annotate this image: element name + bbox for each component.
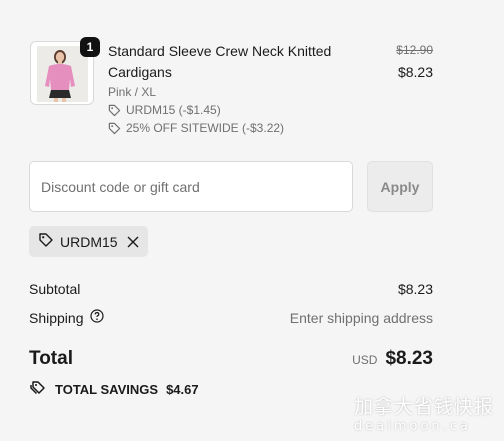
original-price: $12.90 — [396, 43, 433, 57]
currency-code: USD — [352, 353, 378, 367]
subtotal-value: $8.23 — [397, 281, 433, 297]
item-discount-line: URDM15 (-$1.45) — [108, 103, 221, 117]
shipping-label: Shipping — [29, 309, 84, 326]
line-item: 1 Standard Sleeve Crew Neck Knitted Card… — [30, 37, 433, 141]
tags-icon — [29, 380, 47, 399]
apply-button[interactable]: Apply — [367, 161, 433, 212]
shipping-value: Enter shipping address — [289, 309, 433, 326]
item-discount-line: 25% OFF SITEWIDE (-$3.22) — [108, 121, 284, 135]
savings-label: TOTAL SAVINGS — [55, 382, 159, 397]
watermark-latin: dealmoon.ca — [354, 419, 471, 434]
total-row: Total USD $8.23 — [29, 348, 433, 370]
product-title: Standard Sleeve Crew Neck Knitted Cardig… — [108, 43, 332, 80]
tag-icon — [38, 232, 54, 251]
watermark-chinese: 加拿大省钱快报 — [354, 396, 495, 418]
total-savings: TOTAL SAVINGS $4.67 — [29, 380, 199, 399]
discount-code-input[interactable] — [29, 161, 353, 212]
tag-icon — [108, 104, 121, 117]
subtotal-row: Subtotal $8.23 — [29, 281, 433, 297]
total-amount: $8.23 — [385, 348, 433, 369]
quantity-badge: 1 — [80, 37, 100, 57]
item-price: $8.23 — [397, 64, 433, 80]
watermark: 加拿大省钱快报 dealmoon.ca — [354, 392, 504, 434]
product-variant: Pink / XL — [108, 85, 157, 99]
total-label: Total — [29, 348, 73, 369]
shipping-row: Shipping Enter shipping address — [29, 309, 433, 326]
subtotal-label: Subtotal — [29, 281, 81, 297]
close-icon[interactable] — [127, 235, 139, 248]
tag-icon — [108, 122, 121, 135]
applied-discount-chip: URDM15 — [29, 226, 148, 257]
item-discount-text: 25% OFF SITEWIDE (-$3.22) — [126, 121, 285, 135]
product-thumbnail: 1 — [30, 37, 100, 105]
applied-code-label: URDM15 — [60, 233, 118, 250]
savings-value: $4.67 — [166, 382, 199, 397]
question-circle-icon[interactable] — [89, 309, 104, 326]
item-discount-text: URDM15 (-$1.45) — [126, 103, 221, 117]
